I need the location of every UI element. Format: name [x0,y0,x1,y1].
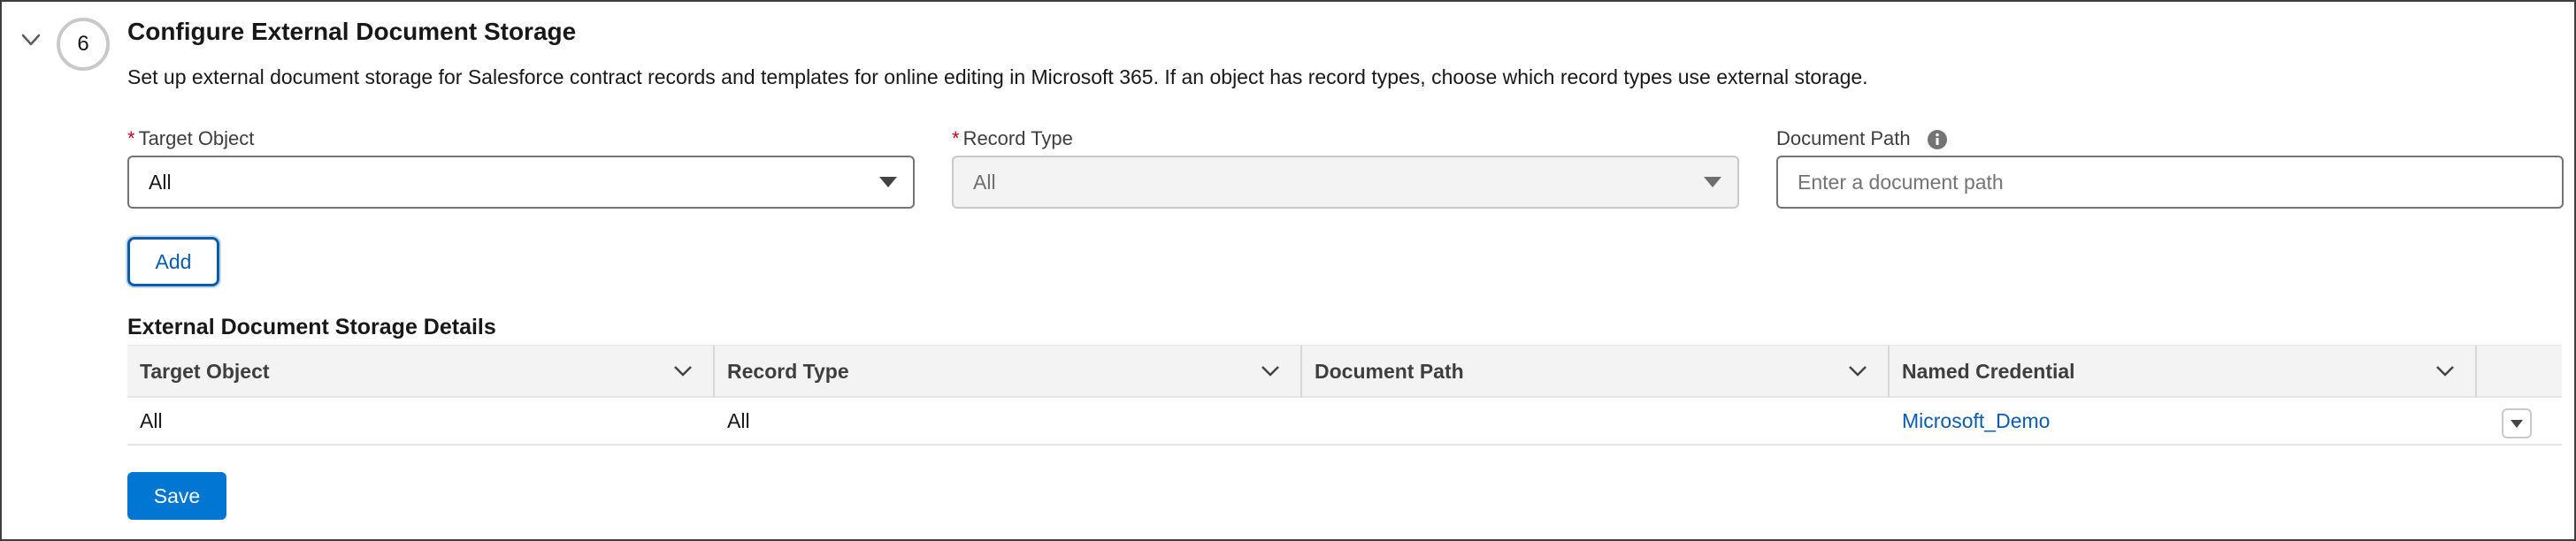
record-type-value: All [973,170,996,194]
record-type-label: * Record Type [952,127,1073,149]
table-row: All All Microsoft_Demo [127,398,2562,446]
document-path-label: Document Path [1776,127,1948,150]
chevron-down-icon[interactable] [672,364,694,378]
cell-document-path [1302,398,1890,444]
target-object-select[interactable]: All [127,156,915,209]
target-object-label: * Target Object [127,127,255,149]
add-button[interactable]: Add [127,237,219,286]
row-actions-button[interactable] [2502,408,2532,438]
save-button[interactable]: Save [127,472,226,520]
step-title: Configure External Document Storage [127,18,577,45]
details-title: External Document Storage Details [127,315,496,339]
chevron-down-icon[interactable] [1847,364,1868,378]
record-type-select[interactable]: All [952,156,1739,209]
info-icon[interactable] [1927,129,1948,150]
required-mark: * [127,127,135,149]
named-credential-link[interactable]: Microsoft_Demo [1890,398,2477,444]
step-number-badge: 6 [57,18,110,71]
required-mark: * [952,127,960,149]
cell-record-type: All [727,408,750,432]
chevron-down-icon[interactable] [2434,364,2456,378]
step-description: Set up external document storage for Sal… [127,65,1868,88]
column-header-document-path[interactable]: Document Path [1302,346,1890,397]
storage-details-table: Target Object Record Type Document Path … [127,345,2562,446]
column-header-record-type[interactable]: Record Type [715,346,1302,397]
caret-down-icon [2511,420,2523,428]
chevron-down-icon[interactable] [18,27,44,53]
setup-step-panel: 6 Configure External Document Storage Se… [0,0,2576,541]
caret-down-icon [1704,177,1721,187]
chevron-down-icon[interactable] [1260,364,1281,378]
table-header: Target Object Record Type Document Path … [127,345,2562,398]
document-path-input[interactable]: Enter a document path [1776,156,2564,209]
target-object-value: All [149,170,172,194]
cell-target-object: All [140,408,163,432]
column-header-named-credential[interactable]: Named Credential [1890,346,2477,397]
column-header-target-object[interactable]: Target Object [127,346,715,397]
caret-down-icon [879,177,897,187]
